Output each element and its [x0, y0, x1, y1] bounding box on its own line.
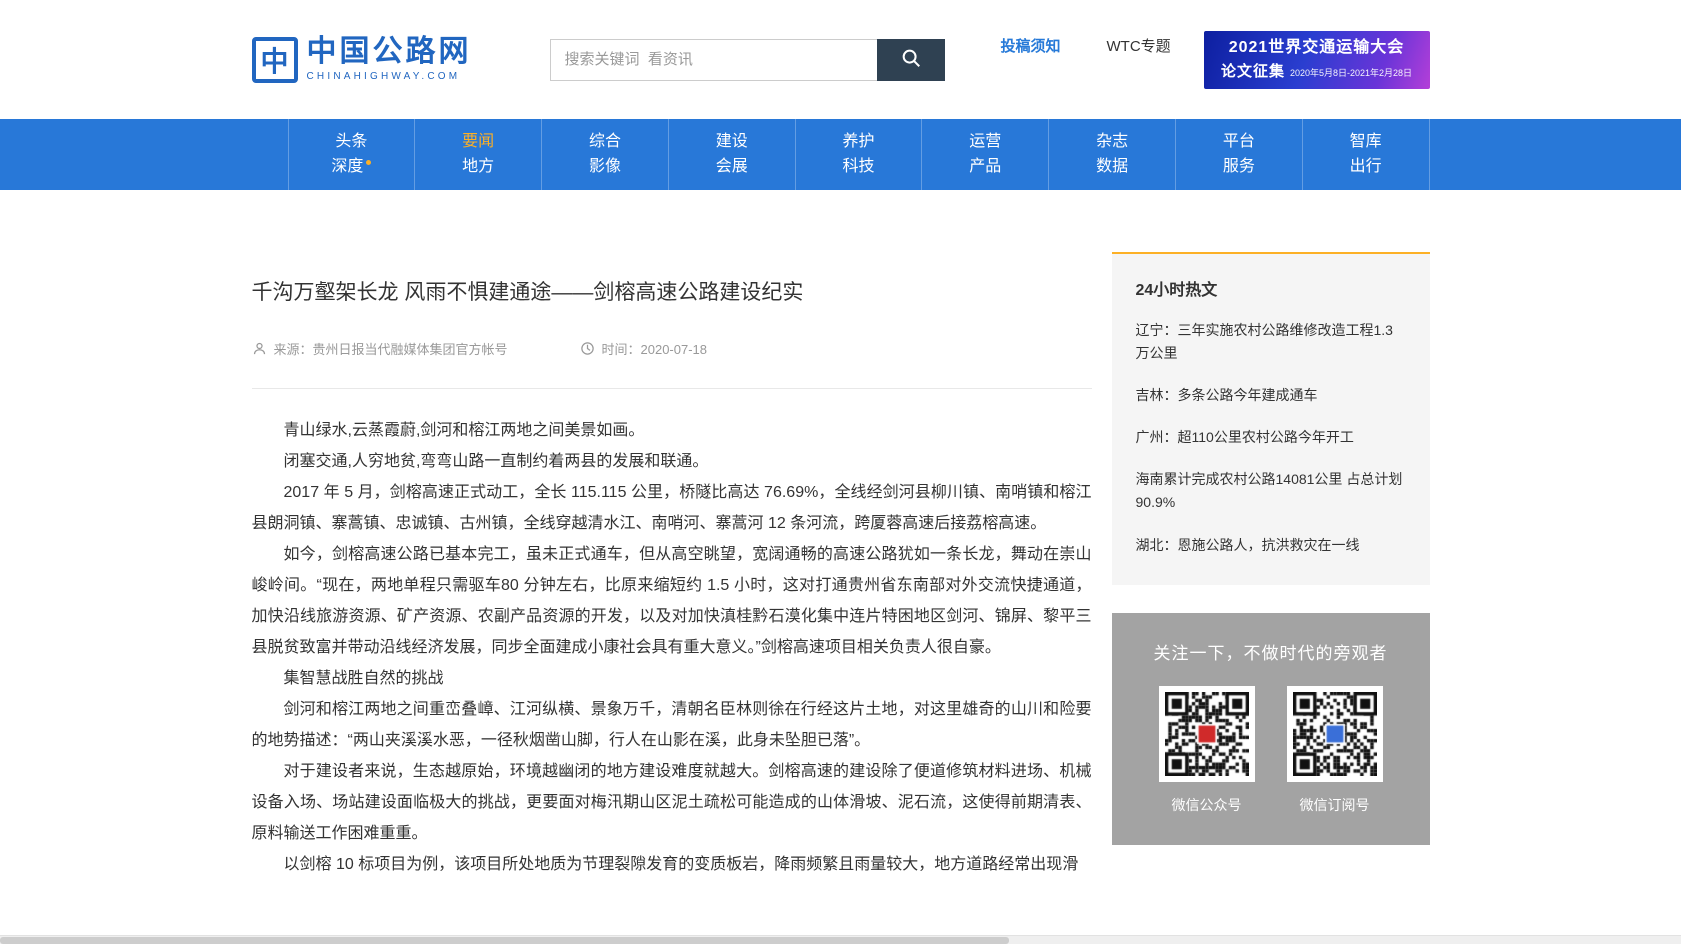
main-nav: 头条深度要闻地方综合影像建设会展养护科技运营产品杂志数据平台服务智库出行 [0, 119, 1681, 190]
search-icon [900, 47, 922, 72]
site-logo[interactable]: 中 中国公路网 CHINAHIGHWAY.COM [252, 37, 472, 83]
nav-item-bottom-0[interactable]: 深度 [331, 159, 371, 175]
article-paragraph-7: 以剑榕 10 标项目为例，该项目所处地质为节理裂隙发育的变质板岩，降雨频繁且雨量… [252, 849, 1092, 880]
article-paragraph-6: 对于建设者来说，生态越原始，环境越幽闭的地方建设难度就越大。剑榕高速的建设除了便… [252, 756, 1092, 849]
horizontal-scrollbar [0, 935, 1681, 944]
link-submission-notice[interactable]: 投稿须知 [1001, 35, 1061, 56]
article-paragraph-5: 剑河和榕江两地之间重峦叠嶂、江河纵横、景象万千，清朝名臣林则徐在行经这片土地，对… [252, 694, 1092, 756]
logo-subtitle: CHINAHIGHWAY.COM [307, 71, 472, 82]
qr-code-1: 微信订阅号 [1287, 686, 1383, 815]
article-paragraph-1: 闭塞交通,人穷地贫,弯弯山路一直制约着两县的发展和联通。 [252, 446, 1092, 477]
nav-item-top-2[interactable]: 综合 [589, 134, 621, 150]
article: 千沟万壑架长龙 风雨不惧建通途——剑榕高速公路建设纪实 来源：贵州日报当代融媒体… [252, 252, 1092, 880]
banner-subtitle: 论文征集 [1221, 60, 1285, 81]
article-paragraph-3: 如今，剑榕高速公路已基本完工，虽未正式通车，但从高空眺望，宽阔通畅的高速公路犹如… [252, 539, 1092, 663]
hot-article-link-1[interactable]: 吉林：多条公路今年建成通车 [1136, 384, 1406, 407]
nav-column-5: 运营产品 [921, 119, 1048, 190]
banner-dates: 2020年5月8日-2021年2月28日 [1290, 66, 1412, 79]
hot-article-link-4[interactable]: 湖北：恩施公路人，抗洪救灾在一线 [1136, 534, 1406, 557]
nav-item-top-6[interactable]: 杂志 [1096, 134, 1128, 150]
nav-item-bottom-5[interactable]: 产品 [969, 159, 1001, 175]
article-source: 来源：贵州日报当代融媒体集团官方帐号 [274, 339, 508, 358]
qr-code-image-0 [1159, 686, 1255, 782]
nav-item-top-4[interactable]: 养护 [843, 134, 875, 150]
horizontal-scrollbar-thumb[interactable] [0, 937, 1009, 944]
qr-row: 微信公众号 微信订阅号 [1130, 686, 1412, 815]
search-input[interactable] [550, 39, 877, 81]
search-bar [550, 39, 945, 81]
nav-item-bottom-7[interactable]: 服务 [1223, 159, 1255, 175]
nav-column-6: 杂志数据 [1048, 119, 1175, 190]
qr-code-0: 微信公众号 [1159, 686, 1255, 815]
nav-item-bottom-2[interactable]: 影像 [589, 159, 621, 175]
qr-label-1: 微信订阅号 [1300, 795, 1370, 815]
qr-code-image-1 [1287, 686, 1383, 782]
nav-item-top-3[interactable]: 建设 [716, 134, 748, 150]
article-paragraph-4: 集智慧战胜自然的挑战 [252, 663, 1092, 694]
hot-article-link-2[interactable]: 广州：超110公里农村公路今年开工 [1136, 426, 1406, 449]
qr-label-0: 微信公众号 [1172, 795, 1242, 815]
article-body: 青山绿水,云蒸霞蔚,剑河和榕江两地之间美景如画。闭塞交通,人穷地贫,弯弯山路一直… [252, 389, 1092, 880]
sidebar: 24小时热文 辽宁：三年实施农村公路维修改造工程1.3万公里吉林：多条公路今年建… [1112, 252, 1430, 880]
nav-item-top-0[interactable]: 头条 [335, 134, 367, 150]
nav-item-top-7[interactable]: 平台 [1223, 134, 1255, 150]
article-title: 千沟万壑架长龙 风雨不惧建通途——剑榕高速公路建设纪实 [252, 278, 1092, 307]
nav-column-1: 要闻地方 [414, 119, 541, 190]
site-header: 中 中国公路网 CHINAHIGHWAY.COM 投稿须知 WTC专题 [0, 0, 1681, 119]
follow-title: 关注一下，不做时代的旁观者 [1130, 639, 1412, 664]
nav-item-bottom-1[interactable]: 地方 [462, 159, 494, 175]
logo-title: 中国公路网 [307, 37, 472, 67]
search-button[interactable] [877, 39, 945, 81]
nav-column-4: 养护科技 [795, 119, 922, 190]
nav-column-0: 头条深度 [288, 119, 415, 190]
hot-articles-title: 24小时热文 [1136, 276, 1406, 300]
conference-banner-ad[interactable]: 2021世界交通运输大会 论文征集 2020年5月8日-2021年2月28日 [1204, 31, 1430, 89]
nav-item-top-8[interactable]: 智库 [1350, 134, 1382, 150]
article-paragraph-0: 青山绿水,云蒸霞蔚,剑河和榕江两地之间美景如画。 [252, 415, 1092, 446]
nav-item-top-5[interactable]: 运营 [969, 134, 1001, 150]
nav-item-top-1[interactable]: 要闻 [462, 134, 494, 150]
new-badge-dot-icon [366, 160, 371, 165]
nav-item-bottom-4[interactable]: 科技 [843, 159, 875, 175]
nav-item-bottom-3[interactable]: 会展 [716, 159, 748, 175]
time-clock-icon [580, 341, 595, 356]
hot-article-link-0[interactable]: 辽宁：三年实施农村公路维修改造工程1.3万公里 [1136, 319, 1406, 365]
nav-column-8: 智库出行 [1302, 119, 1430, 190]
hot-article-link-3[interactable]: 海南累计完成农村公路14081公里 占总计划90.9% [1136, 468, 1406, 514]
nav-item-bottom-6[interactable]: 数据 [1096, 159, 1128, 175]
nav-item-bottom-8[interactable]: 出行 [1350, 159, 1382, 175]
article-meta: 来源：贵州日报当代融媒体集团官方帐号 时间：2020-07-18 [252, 339, 1092, 358]
nav-column-3: 建设会展 [668, 119, 795, 190]
follow-box: 关注一下，不做时代的旁观者 微信公众号 微信订阅号 [1112, 613, 1430, 845]
banner-title: 2021世界交通运输大会 [1229, 38, 1405, 59]
article-paragraph-2: 2017 年 5 月，剑榕高速正式动工，全长 115.115 公里，桥隧比高达 … [252, 477, 1092, 539]
hot-articles-list: 辽宁：三年实施农村公路维修改造工程1.3万公里吉林：多条公路今年建成通车广州：超… [1136, 319, 1406, 557]
nav-column-2: 综合影像 [541, 119, 668, 190]
article-time: 时间：2020-07-18 [602, 339, 708, 358]
nav-columns: 头条深度要闻地方综合影像建设会展养护科技运营产品杂志数据平台服务智库出行 [252, 119, 1430, 190]
logo-icon: 中 [252, 37, 298, 83]
nav-column-7: 平台服务 [1175, 119, 1302, 190]
hot-articles-box: 24小时热文 辽宁：三年实施农村公路维修改造工程1.3万公里吉林：多条公路今年建… [1112, 252, 1430, 585]
link-wtc-topic[interactable]: WTC专题 [1107, 35, 1171, 56]
source-person-icon [252, 341, 267, 356]
